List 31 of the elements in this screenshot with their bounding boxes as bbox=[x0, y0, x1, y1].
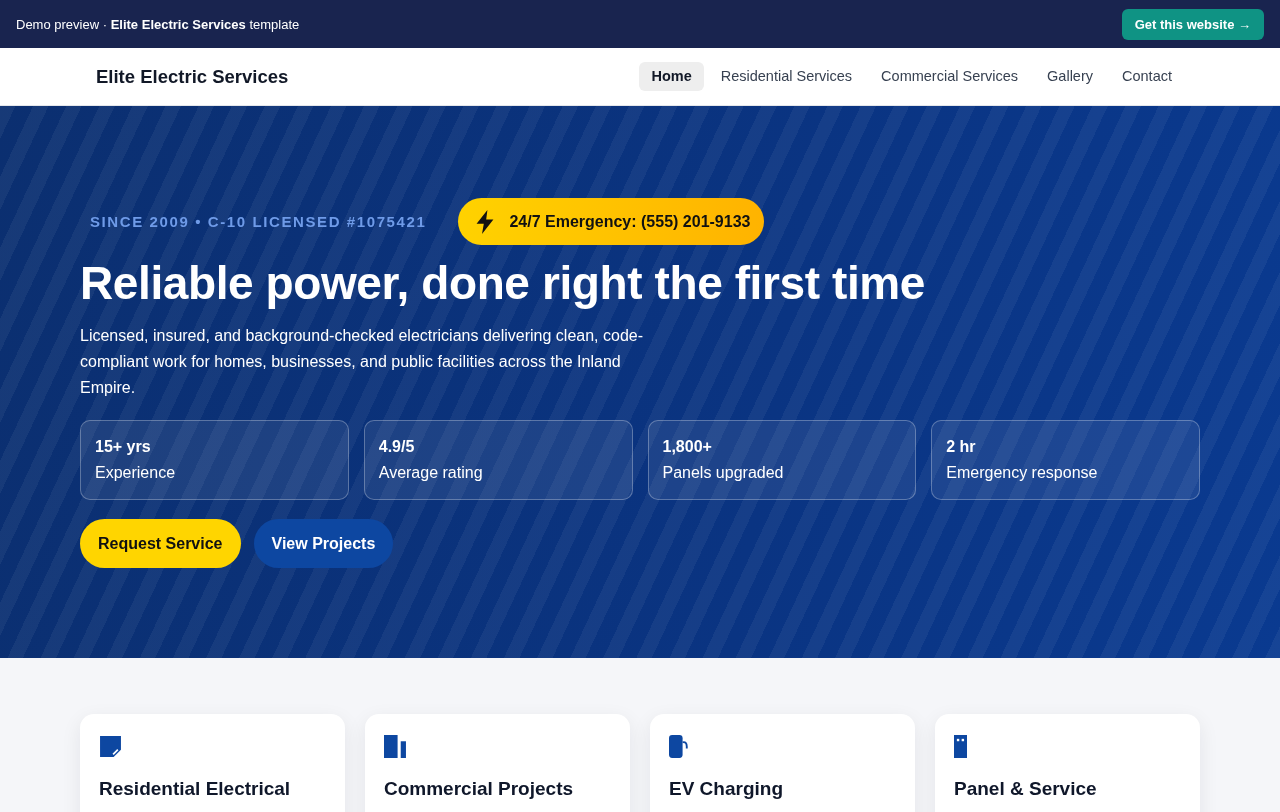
note-icon bbox=[99, 735, 122, 758]
stat-label: Average rating bbox=[378, 463, 484, 483]
stat-label: Emergency response bbox=[946, 463, 1099, 483]
nav-link[interactable]: Commercial Services bbox=[869, 62, 1031, 91]
get-website-button[interactable]: Get this website → bbox=[1121, 8, 1264, 40]
stat-value: 2 hr bbox=[946, 437, 977, 457]
charger-icon bbox=[669, 735, 690, 758]
service-title: Panel & Service bbox=[954, 778, 1097, 800]
stat-value: 1,800+ bbox=[662, 437, 713, 457]
service-title: Commercial Projects bbox=[384, 778, 574, 800]
bolt-icon bbox=[475, 209, 496, 234]
stat-value: 15+ yrs bbox=[95, 437, 152, 457]
service-title: Residential Electrical bbox=[99, 778, 291, 800]
demo-banner-text: Demo preview · Elite Electric Services template bbox=[16, 16, 300, 32]
emergency-call-button[interactable]: 24/7 Emergency: (555) 201-9133 bbox=[458, 198, 765, 245]
nav-link[interactable]: Gallery bbox=[1035, 62, 1105, 91]
request-service-button[interactable]: Request Service bbox=[80, 519, 241, 568]
building-icon bbox=[384, 735, 407, 758]
nav-link[interactable]: Residential Services bbox=[708, 62, 865, 91]
hero-title: Reliable power, done right the first time bbox=[80, 256, 926, 311]
panel-icon bbox=[954, 735, 968, 758]
brand-name: Elite Electric Services bbox=[96, 65, 289, 88]
view-projects-button[interactable]: View Projects bbox=[253, 519, 394, 568]
nav-link[interactable]: Home bbox=[639, 62, 704, 91]
stat-label: Panels upgraded bbox=[662, 463, 785, 483]
nav-link[interactable]: Contact bbox=[1110, 62, 1184, 91]
stat-value: 4.9/5 bbox=[378, 437, 416, 457]
eyebrow-text: SINCE 2009 • C-10 LICENSED #1075421 bbox=[89, 213, 428, 230]
stat-label: Experience bbox=[95, 463, 177, 483]
hero-description: Licensed, insured, and background-checked electricians delivering clean, code-compliant work for homes, businesses, and public facilities across the Inland Empire. bbox=[80, 326, 644, 398]
service-title: EV Charging bbox=[669, 778, 783, 800]
